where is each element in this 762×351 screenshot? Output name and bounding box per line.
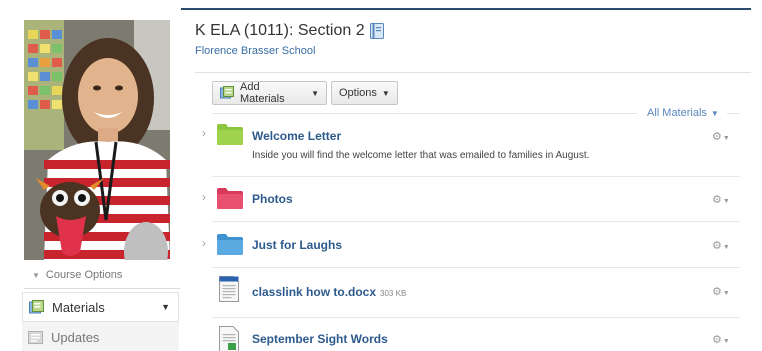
item-title[interactable]: Just for Laughs [252, 238, 342, 252]
options-button[interactable]: Options ▼ [331, 81, 398, 105]
teacher-photo-illustration [24, 20, 170, 260]
folder-icon [217, 123, 243, 150]
left-sidebar: ▼ Course Options Materials ▼ Updates [0, 0, 181, 351]
materials-icon [29, 299, 44, 315]
chevron-down-icon[interactable]: ▼ [161, 302, 170, 312]
caret-down-icon: ▼ [32, 270, 40, 280]
gear-icon[interactable]: ⚙▼ [712, 239, 730, 252]
item-title[interactable]: classlink how to.docx 303 KB [252, 285, 406, 299]
file-name[interactable]: classlink how to.docx [252, 285, 376, 299]
item-description: Inside you will find the welcome letter … [252, 150, 590, 161]
caret-down-icon: ▼ [381, 88, 390, 98]
list-item[interactable]: September Sight Words ⚙▼ [195, 318, 740, 351]
chevron-right-icon[interactable]: › [202, 236, 206, 250]
list-item[interactable]: › Photos ⚙▼ [195, 177, 740, 221]
filter-label: All Materials [647, 107, 707, 119]
course-title-text: K ELA (1011): Section 2 [195, 22, 365, 39]
file-size: 303 KB [380, 289, 407, 298]
document-icon [219, 276, 239, 307]
course-options-toggle[interactable]: ▼ Course Options [24, 262, 180, 288]
top-border [181, 8, 751, 10]
options-label: Options [339, 87, 377, 99]
sidebar-item-materials[interactable]: Materials ▼ [22, 292, 179, 322]
gear-icon[interactable]: ⚙▼ [712, 130, 730, 143]
add-materials-label: Add Materials [240, 81, 285, 105]
caret-down-icon: ▼ [311, 88, 319, 98]
sidebar-divider [24, 288, 180, 289]
folder-icon [217, 233, 243, 260]
item-title[interactable]: Photos [252, 192, 293, 206]
item-title[interactable]: September Sight Words [252, 332, 388, 346]
course-options-label: Course Options [45, 269, 123, 281]
item-title[interactable]: Welcome Letter [252, 129, 341, 143]
chevron-right-icon[interactable]: › [202, 126, 206, 140]
add-materials-button[interactable]: Add Materials ▼ [212, 81, 327, 105]
spreadsheet-icon [219, 326, 239, 351]
all-materials-filter[interactable]: All Materials ▼ [647, 107, 719, 119]
header-divider [195, 72, 751, 73]
page-title: K ELA (1011): Section 2 [195, 22, 384, 40]
folder-icon [217, 187, 243, 214]
sidebar-item-label: Materials [52, 299, 105, 315]
profile-photo [24, 20, 170, 260]
gear-icon[interactable]: ⚙▼ [712, 333, 730, 346]
sidebar-item-label: Updates [51, 329, 100, 345]
gear-icon[interactable]: ⚙▼ [712, 193, 730, 206]
school-link[interactable]: Florence Brasser School [195, 45, 315, 57]
list-item[interactable]: › Just for Laughs ⚙▼ [195, 222, 740, 267]
gear-icon[interactable]: ⚙▼ [712, 285, 730, 298]
caret-down-icon: ▼ [710, 109, 719, 118]
course-book-icon [369, 23, 384, 39]
list-item[interactable]: › Welcome Letter Inside you will find th… [195, 120, 740, 176]
sidebar-item-updates[interactable]: Updates [22, 322, 179, 351]
filter-divider-left [212, 113, 637, 114]
list-item[interactable]: classlink how to.docx 303 KB ⚙▼ [195, 268, 740, 317]
updates-icon [28, 330, 43, 345]
add-materials-icon [220, 86, 234, 100]
filter-divider-right [727, 113, 740, 114]
chevron-right-icon[interactable]: › [202, 190, 206, 204]
